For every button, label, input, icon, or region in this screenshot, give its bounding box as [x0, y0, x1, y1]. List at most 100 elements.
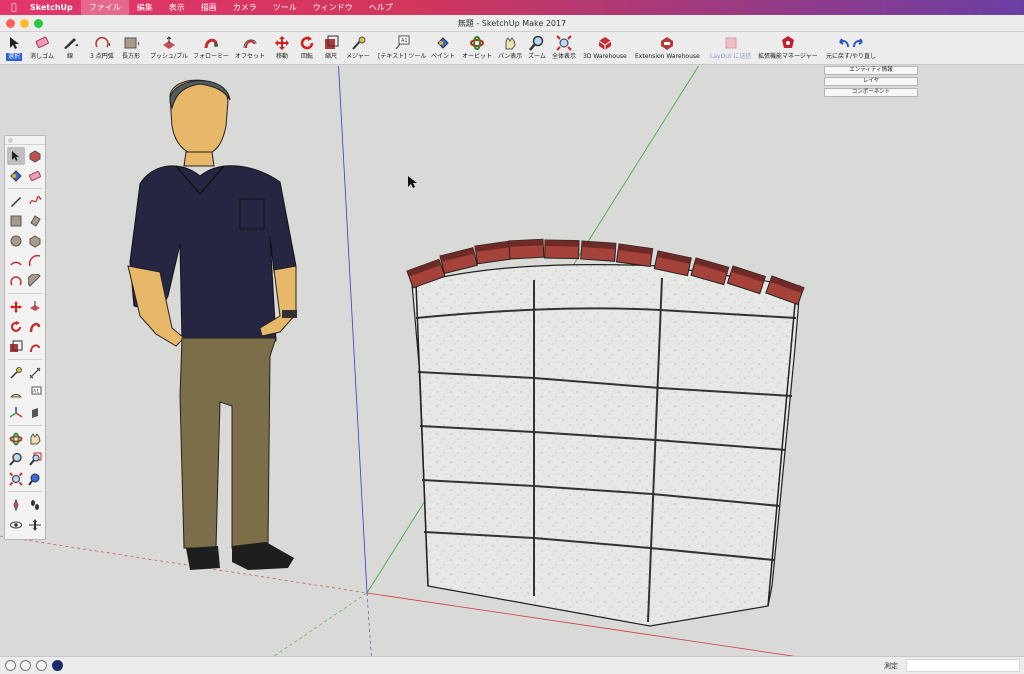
- tool-select-button[interactable]: 選択: [6, 32, 23, 65]
- two-point-arc-icon: [28, 254, 41, 267]
- layout-send-icon: [723, 34, 739, 51]
- pencil-icon: [11, 197, 21, 207]
- rotated-rectangle-icon: [30, 215, 41, 227]
- palette-move-button[interactable]: [7, 298, 25, 316]
- palette-rotate-button[interactable]: [7, 318, 25, 336]
- palette-rotated-rectangle-button[interactable]: [26, 212, 44, 230]
- help-toggle-icon[interactable]: [52, 660, 63, 671]
- palette-axes-button[interactable]: [7, 404, 25, 422]
- tool-layout-send-button[interactable]: LayOut に送信: [710, 32, 751, 65]
- palette-line-button[interactable]: [7, 192, 25, 210]
- tool-zoom-extents-button[interactable]: 全体表示: [552, 32, 576, 65]
- palette-select-button[interactable]: [7, 147, 25, 165]
- palette-arc-button[interactable]: [7, 252, 25, 270]
- menu-window[interactable]: ウィンドウ: [305, 0, 361, 15]
- tool-zoom-button[interactable]: ズーム: [528, 32, 546, 65]
- layers-button[interactable]: レイヤ: [824, 77, 918, 86]
- palette-position-camera-button[interactable]: [7, 496, 25, 514]
- zoom-icon: [9, 452, 22, 466]
- palette-eraser-button[interactable]: [26, 167, 44, 185]
- palette-freehand-button[interactable]: [26, 192, 44, 210]
- palette-walk-button[interactable]: [26, 496, 44, 514]
- tool-move-button[interactable]: 移動: [274, 32, 290, 65]
- apple-menu-icon[interactable]: : [0, 3, 28, 13]
- menu-help[interactable]: ヘルプ: [361, 0, 401, 15]
- tool-push-pull-button[interactable]: プッシュ/プル: [150, 32, 188, 65]
- palette-header[interactable]: [5, 136, 45, 145]
- palette-zoom-extents-button[interactable]: [7, 470, 25, 488]
- entity-info-button[interactable]: エンティティ情報: [824, 66, 918, 75]
- palette-3d-text-button[interactable]: [26, 404, 44, 422]
- blue-axis: [338, 66, 368, 594]
- palette-rectangle-button[interactable]: [7, 212, 25, 230]
- main-toolbar: 選択 消しゴム 線 3 点円弧 長方形 プッシュ/プル フォローミー オフセット…: [0, 32, 1024, 65]
- tool-eraser-button[interactable]: 消しゴム: [30, 32, 54, 65]
- palette-protractor-button[interactable]: [7, 384, 25, 402]
- palette-text-button[interactable]: A1: [26, 384, 44, 402]
- menu-draw[interactable]: 描画: [193, 0, 225, 15]
- palette-pie-button[interactable]: [26, 272, 44, 290]
- 3d-viewport[interactable]: [0, 66, 1024, 656]
- measurements-label: 測定: [884, 662, 898, 670]
- palette-pan-button[interactable]: [26, 430, 44, 448]
- palette-close-icon[interactable]: [8, 138, 13, 143]
- menu-file[interactable]: ファイル: [80, 0, 129, 15]
- tool-follow-me-button[interactable]: フォローミー: [193, 32, 229, 65]
- palette-tape-measure-button[interactable]: [7, 364, 25, 382]
- components-button[interactable]: コンポーネント: [824, 88, 918, 97]
- tool-text-button[interactable]: A1 [テキスト] ツール: [378, 32, 426, 65]
- status-bar: 測定: [0, 656, 1024, 674]
- palette-paint-button[interactable]: [7, 167, 25, 185]
- tool-scale-button[interactable]: 縮尺: [323, 32, 339, 65]
- palette-previous-view-button[interactable]: [26, 470, 44, 488]
- tool-3d-warehouse-button[interactable]: 3D Warehouse: [583, 32, 627, 65]
- tool-line-button[interactable]: 線: [62, 32, 78, 65]
- palette-2point-arc-button[interactable]: [26, 252, 44, 270]
- palette-push-pull-button[interactable]: [26, 298, 44, 316]
- stone-wall-model[interactable]: [411, 263, 801, 627]
- scale-icon: [10, 340, 23, 352]
- palette-3point-arc-button[interactable]: [7, 272, 25, 290]
- palette-make-component-button[interactable]: [26, 147, 44, 165]
- paint-bucket-icon: [435, 34, 451, 51]
- menu-edit[interactable]: 編集: [129, 0, 161, 15]
- menu-view[interactable]: 表示: [161, 0, 193, 15]
- tool-orbit-button[interactable]: オービット: [462, 32, 492, 65]
- palette-follow-me-button[interactable]: [26, 318, 44, 336]
- section-plane-icon: [29, 519, 41, 531]
- tool-rotate-button[interactable]: 回転: [299, 32, 315, 65]
- palette-circle-button[interactable]: [7, 232, 25, 250]
- tool-tape-measure-button[interactable]: メジャー: [346, 32, 370, 65]
- mouse-cursor-icon: [408, 176, 417, 188]
- text-tool-icon: A1: [31, 386, 42, 395]
- palette-dimension-button[interactable]: [26, 364, 44, 382]
- eraser-icon: [34, 34, 50, 51]
- tool-extension-manager-button[interactable]: 拡張機能マネージャー: [758, 32, 818, 65]
- user-info-icon[interactable]: [36, 660, 47, 671]
- tool-arc-button[interactable]: 3 点円弧: [90, 32, 114, 65]
- palette-offset-button[interactable]: [26, 338, 44, 356]
- select-arrow-icon: [12, 151, 19, 161]
- scale-icon: [323, 34, 339, 51]
- measurements-input[interactable]: [906, 659, 1020, 672]
- credits-icon[interactable]: [20, 660, 31, 671]
- menu-tools[interactable]: ツール: [265, 0, 305, 15]
- palette-section-plane-button[interactable]: [26, 516, 44, 534]
- palette-zoom-button[interactable]: [7, 450, 25, 468]
- palette-zoom-window-button[interactable]: [26, 450, 44, 468]
- tool-paint-button[interactable]: ペイント: [431, 32, 455, 65]
- tray-buttons: エンティティ情報 レイヤ コンポーネント: [824, 66, 918, 99]
- offset-icon: [30, 344, 40, 353]
- palette-orbit-button[interactable]: [7, 430, 25, 448]
- tool-pan-button[interactable]: パン表示: [498, 32, 522, 65]
- tool-extension-warehouse-button[interactable]: Extension Warehouse: [635, 32, 700, 65]
- menu-camera[interactable]: カメラ: [225, 0, 265, 15]
- palette-scale-button[interactable]: [7, 338, 25, 356]
- palette-look-around-button[interactable]: [7, 516, 25, 534]
- tool-offset-button[interactable]: オフセット: [235, 32, 265, 65]
- palette-polygon-button[interactable]: [26, 232, 44, 250]
- geo-location-icon[interactable]: [5, 660, 16, 671]
- tool-undo-redo-button[interactable]: 元に戻す/やり直し: [826, 32, 876, 65]
- app-menu[interactable]: SketchUp: [28, 3, 81, 12]
- tool-rectangle-button[interactable]: 長方形: [122, 32, 140, 65]
